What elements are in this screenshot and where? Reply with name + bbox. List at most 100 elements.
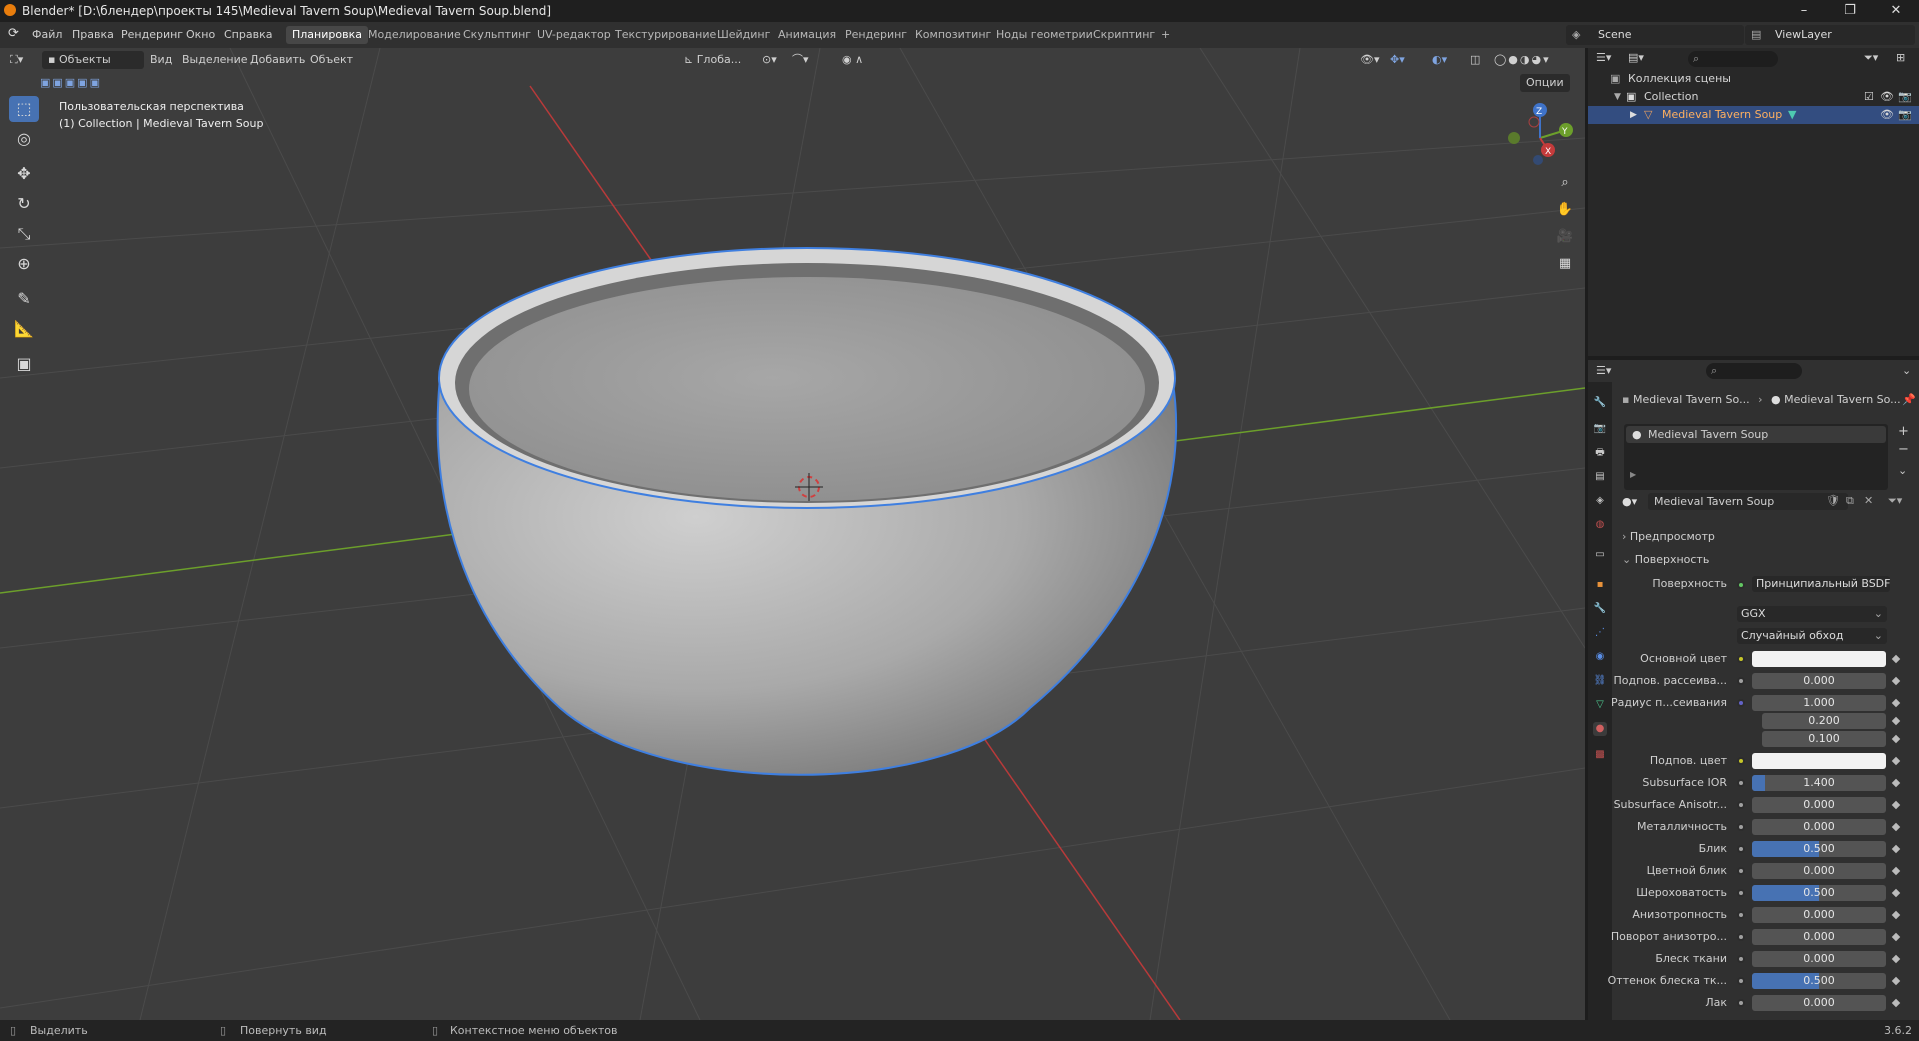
value-field[interactable]: 0.000 xyxy=(1752,995,1886,1011)
menu-render[interactable]: Рендеринг xyxy=(121,28,183,41)
material-tab-icon[interactable]: ● xyxy=(1593,722,1607,736)
data-tab-icon[interactable]: ▽ xyxy=(1593,698,1607,712)
rotate-tool[interactable]: ↻ xyxy=(9,191,39,217)
panel-surface-header[interactable]: ⌄ Поверхность xyxy=(1622,553,1709,566)
socket-icon[interactable] xyxy=(1737,699,1745,707)
transform-orientation-dropdown[interactable]: ⊾ Глоба... xyxy=(684,51,741,69)
value-field[interactable]: 0.100 xyxy=(1762,731,1886,747)
expand-arrow-icon[interactable]: ▼ xyxy=(1614,88,1621,106)
orthographic-toggle-icon[interactable]: ▦ xyxy=(1554,253,1576,275)
modifiers-tab-icon[interactable]: 🔧 xyxy=(1593,602,1607,616)
gizmo-toggle-icon[interactable]: ✥▾ xyxy=(1390,51,1405,69)
value-field[interactable]: 0.200 xyxy=(1762,713,1886,729)
tab-sculpting[interactable]: Скульптинг xyxy=(457,26,537,44)
transform-tool[interactable]: ⊕ xyxy=(9,251,39,277)
material-slot-item[interactable]: ● Medieval Tavern Soup xyxy=(1626,426,1886,443)
value-field[interactable]: 0.000 xyxy=(1752,951,1886,967)
tab-uv-editing[interactable]: UV-редактор xyxy=(531,26,617,44)
world-tab-icon[interactable]: ◍ xyxy=(1593,518,1607,532)
physics-tab-icon[interactable]: ◉ xyxy=(1593,650,1607,664)
options-chevron-icon[interactable]: ⌄ xyxy=(1902,364,1911,377)
pivot-point-icon[interactable]: ⊙▾ xyxy=(762,51,777,69)
socket-icon[interactable] xyxy=(1737,911,1745,919)
outliner-editor-icon[interactable]: ☰▾ xyxy=(1596,51,1611,64)
value-field[interactable]: 0.000 xyxy=(1752,797,1886,813)
cursor-tool[interactable]: ◎ xyxy=(9,126,39,152)
tab-animation[interactable]: Анимация xyxy=(772,26,842,44)
options-dropdown[interactable]: Опции xyxy=(1520,74,1570,92)
socket-icon[interactable] xyxy=(1737,955,1745,963)
minimize-button[interactable]: – xyxy=(1781,0,1827,22)
socket-icon[interactable] xyxy=(1737,823,1745,831)
distribution-dropdown[interactable]: GGX ⌄ xyxy=(1737,606,1887,622)
editor-type-icon[interactable]: ⛶▾ xyxy=(10,51,23,69)
menu-edit[interactable]: Правка xyxy=(72,28,114,41)
menu-window[interactable]: Окно xyxy=(186,28,215,41)
socket-icon[interactable] xyxy=(1737,779,1745,787)
expand-arrow-icon[interactable]: ▶ xyxy=(1630,106,1637,124)
render-camera-icon[interactable]: 📷 xyxy=(1898,88,1912,106)
maximize-button[interactable]: ❐ xyxy=(1827,0,1873,22)
outliner-row-scene-collection[interactable]: ▣ Коллекция сцены xyxy=(1588,70,1919,88)
add-cube-tool[interactable]: ▣ xyxy=(9,351,39,377)
selection-mode-icons[interactable]: ▣▣▣▣▣ xyxy=(40,74,102,92)
pin-icon[interactable]: 📌 xyxy=(1902,393,1916,406)
value-field[interactable]: 1.000 xyxy=(1752,695,1886,711)
menu-help[interactable]: Справка xyxy=(224,28,272,41)
close-button[interactable]: ✕ xyxy=(1873,0,1919,22)
collection-tab-icon[interactable]: ▭ xyxy=(1593,548,1607,562)
tab-rendering[interactable]: Рендеринг xyxy=(839,26,913,44)
value-field[interactable]: 1.400 xyxy=(1752,775,1886,791)
tab-scripting[interactable]: Скриптинг xyxy=(1087,26,1161,44)
overlays-toggle-icon[interactable]: ◐▾ xyxy=(1432,51,1447,69)
expand-arrow-icon[interactable]: ▶ xyxy=(1630,470,1636,479)
render-tab-icon[interactable]: 📷 xyxy=(1593,422,1607,436)
menu-object[interactable]: Объект xyxy=(310,51,353,69)
scale-tool[interactable]: ⤡ xyxy=(9,221,39,247)
particles-tab-icon[interactable]: ⋰ xyxy=(1593,626,1607,640)
value-field[interactable]: 0.000 xyxy=(1752,863,1886,879)
menu-file[interactable]: Файл xyxy=(32,28,62,41)
socket-icon[interactable] xyxy=(1737,933,1745,941)
navigation-gizmo[interactable]: Z Y X xyxy=(1500,100,1580,170)
tab-compositing[interactable]: Композитинг xyxy=(909,26,997,44)
unlink-icon[interactable]: ✕ xyxy=(1864,494,1873,507)
shading-mode-icons[interactable]: ◯●◑◕▾ xyxy=(1494,51,1551,69)
fake-user-icon[interactable]: 🛡 xyxy=(1826,494,1840,507)
proportional-edit-icon[interactable]: ◉ ∧ xyxy=(842,51,863,69)
tab-geometry-nodes[interactable]: Ноды геометрии xyxy=(990,26,1099,44)
socket-icon[interactable] xyxy=(1737,801,1745,809)
measure-tool[interactable]: 📐 xyxy=(9,316,39,342)
xray-toggle-icon[interactable]: ◫ xyxy=(1470,51,1480,69)
menu-select[interactable]: Выделение xyxy=(182,51,248,69)
soup-bowl-object[interactable] xyxy=(436,247,1178,776)
blender-menu-icon[interactable]: ⟳ xyxy=(8,26,19,41)
render-camera-icon[interactable]: 📷 xyxy=(1898,106,1912,124)
new-collection-icon[interactable]: ⊞ xyxy=(1896,51,1905,64)
select-box-tool[interactable]: ⬚ xyxy=(9,96,39,122)
view-layer-tab-icon[interactable]: ▤ xyxy=(1593,470,1607,484)
socket-icon[interactable] xyxy=(1737,757,1745,765)
socket-icon[interactable] xyxy=(1737,867,1745,875)
scene-selector[interactable]: ◈ Scene xyxy=(1566,25,1744,45)
value-field[interactable]: 0.000 xyxy=(1752,907,1886,923)
properties-editor-icon[interactable]: ☰▾ xyxy=(1596,364,1611,377)
socket-icon[interactable] xyxy=(1737,677,1745,685)
socket-icon[interactable] xyxy=(1737,889,1745,897)
object-tab-icon[interactable]: ▪ xyxy=(1593,578,1607,592)
link-type-icon[interactable]: ⏷▾ xyxy=(1888,494,1902,508)
add-slot-button[interactable]: + xyxy=(1898,424,1909,439)
scene-tab-icon[interactable]: ◈ xyxy=(1593,494,1607,508)
tab-shading[interactable]: Шейдинг xyxy=(711,26,776,44)
tab-modeling[interactable]: Моделирование xyxy=(362,26,467,44)
outliner-search-input[interactable]: ⌕ xyxy=(1688,51,1778,67)
subsurface-method-dropdown[interactable]: Случайный обход ⌄ xyxy=(1737,628,1887,644)
pan-hand-icon[interactable]: ✋ xyxy=(1554,199,1576,221)
mode-selector[interactable]: ▪ Объекты xyxy=(42,51,144,69)
3d-viewport[interactable]: Пользовательская перспектива (1) Collect… xyxy=(0,48,1585,1020)
value-field[interactable]: 0.000 xyxy=(1752,819,1886,835)
output-tab-icon[interactable]: 🖶 xyxy=(1593,446,1607,460)
remove-slot-button[interactable]: − xyxy=(1898,442,1909,457)
move-tool[interactable]: ✥ xyxy=(9,161,39,187)
surface-shader-field[interactable]: Принципиальный BSDF xyxy=(1752,576,1890,592)
